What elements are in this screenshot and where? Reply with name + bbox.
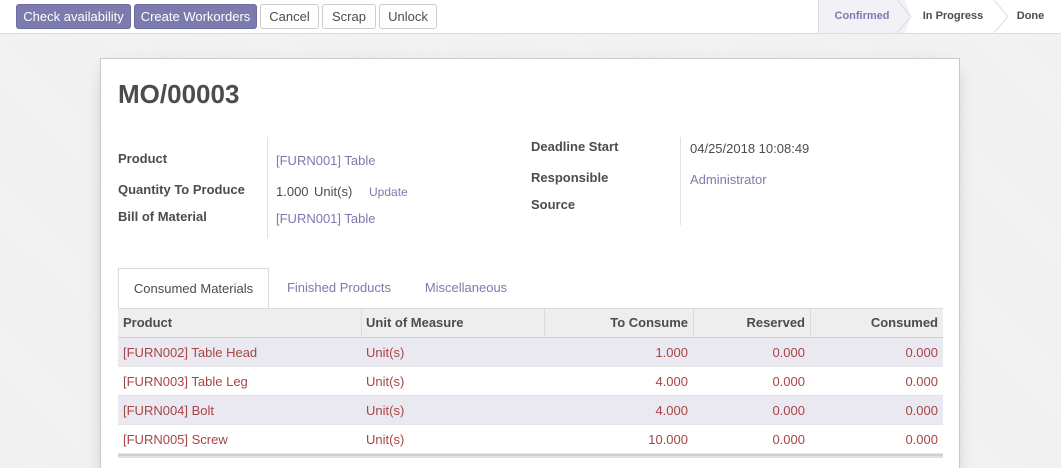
tab-finished-products[interactable]: Finished Products [276, 268, 402, 308]
table-row[interactable]: [FURN003] Table Leg Unit(s) 4.000 0.000 … [118, 367, 943, 396]
cancel-button[interactable]: Cancel [260, 4, 319, 29]
form-sheet: MO/00003 Product [FURN001] Table Quantit… [100, 58, 960, 468]
stage-arrow-icon [897, 0, 911, 33]
cell-to-consume: 4.000 [655, 374, 688, 389]
field-divider [267, 137, 268, 238]
column-header-reserved[interactable]: Reserved [693, 309, 810, 338]
cell-product: [FURN002] Table Head [123, 345, 258, 360]
stage-in-progress[interactable]: In Progress [910, 0, 996, 33]
cell-uom: Unit(s) [366, 432, 405, 447]
column-header-uom[interactable]: Unit of Measure [361, 309, 544, 338]
update-quantity-link[interactable]: Update [369, 185, 408, 199]
create-workorders-button[interactable]: Create Workorders [134, 4, 257, 29]
table-row[interactable]: [FURN005] Screw Unit(s) 10.000 0.000 0.0… [118, 425, 943, 454]
unlock-button[interactable]: Unlock [379, 4, 437, 29]
scrap-button[interactable]: Scrap [322, 4, 376, 29]
bom-link[interactable]: [FURN001] Table [276, 211, 375, 226]
table-header: Product Unit of Measure To Consume Reser… [118, 308, 943, 338]
cell-product: [FURN004] Bolt [123, 403, 215, 418]
cell-reserved: 0.000 [772, 345, 805, 360]
cell-to-consume: 4.000 [655, 403, 688, 418]
deadline-label: Deadline Start [531, 139, 619, 154]
cell-to-consume: 1.000 [655, 345, 688, 360]
cell-consumed: 0.000 [905, 432, 938, 447]
cell-product: [FURN003] Table Leg [123, 374, 248, 389]
table-footer [118, 454, 943, 458]
notebook-tabs: Consumed Materials Finished Products Mis… [118, 268, 943, 309]
cell-consumed: 0.000 [905, 374, 938, 389]
column-header-to-consume[interactable]: To Consume [544, 309, 693, 338]
tab-miscellaneous[interactable]: Miscellaneous [414, 268, 518, 308]
cell-reserved: 0.000 [772, 374, 805, 389]
stage-arrow-icon [994, 0, 1008, 33]
table-row[interactable]: [FURN002] Table Head Unit(s) 1.000 0.000… [118, 338, 943, 367]
stage-done[interactable]: Done [1008, 0, 1053, 33]
tab-consumed-materials[interactable]: Consumed Materials [118, 268, 269, 309]
control-panel: Check availability Create Workorders Can… [0, 0, 1061, 34]
quantity-label: Quantity To Produce [118, 182, 245, 197]
responsible-link[interactable]: Administrator [690, 172, 767, 187]
cell-consumed: 0.000 [905, 403, 938, 418]
table-row[interactable]: [FURN004] Bolt Unit(s) 4.000 0.000 0.000 [118, 396, 943, 425]
quantity-uom: Unit(s) [314, 184, 353, 199]
cell-to-consume: 10.000 [648, 432, 688, 447]
field-divider [680, 137, 681, 225]
responsible-label: Responsible [531, 170, 609, 185]
cell-uom: Unit(s) [366, 403, 405, 418]
cell-consumed: 0.000 [905, 345, 938, 360]
cell-uom: Unit(s) [366, 345, 405, 360]
cell-uom: Unit(s) [366, 374, 405, 389]
cell-reserved: 0.000 [772, 432, 805, 447]
deadline-value[interactable]: 04/25/2018 10:08:49 [690, 141, 809, 156]
product-link[interactable]: [FURN001] Table [276, 153, 375, 168]
product-label: Product [118, 151, 168, 166]
column-header-product[interactable]: Product [118, 309, 361, 338]
stage-confirmed[interactable]: Confirmed [819, 0, 905, 33]
record-title: MO/00003 [118, 79, 240, 109]
cell-product: [FURN005] Screw [123, 432, 228, 447]
column-header-consumed[interactable]: Consumed [810, 309, 943, 338]
check-availability-button[interactable]: Check availability [16, 4, 131, 29]
bom-label: Bill of Material [118, 209, 207, 224]
source-label: Source [531, 197, 576, 212]
cell-reserved: 0.000 [772, 403, 805, 418]
quantity-value: 1.000 [276, 184, 309, 199]
